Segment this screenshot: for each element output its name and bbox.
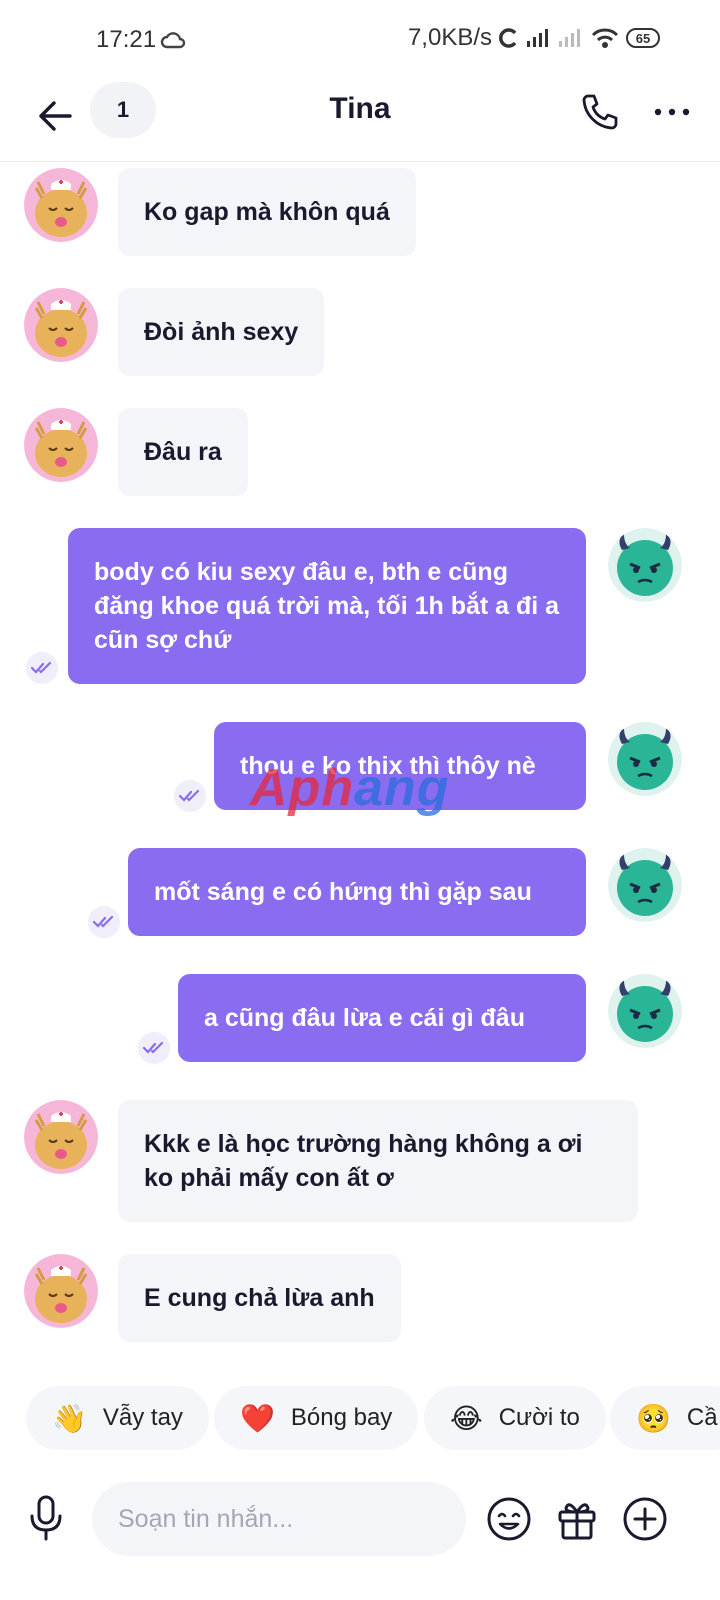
tina-avatar[interactable] [24, 408, 98, 482]
cloud-sync-icon [160, 32, 186, 49]
tina-avatar[interactable] [24, 1100, 98, 1174]
my-avatar[interactable] [608, 722, 682, 796]
battery-icon: 65 [626, 28, 660, 48]
heart-emoji-icon: ❤️ [240, 1402, 275, 1434]
incoming-message[interactable]: Kkk e là học trường hàng không a ơi ko p… [118, 1100, 638, 1222]
reaction-chip-wave[interactable]: 👋 Vẫy tay [26, 1386, 209, 1450]
my-avatar[interactable] [608, 974, 682, 1048]
tina-avatar[interactable] [24, 288, 98, 362]
reaction-label: Cầ [686, 1404, 718, 1431]
incoming-message[interactable]: E cung chả lừa anh [118, 1254, 401, 1342]
my-avatar[interactable] [608, 528, 682, 602]
status-icons: 7,0KB/s 65 [408, 24, 660, 52]
composer-bar: Soạn tin nhắn... [0, 1476, 720, 1566]
watermark-logo: Aphang [250, 759, 450, 817]
microphone-icon[interactable] [26, 1494, 66, 1542]
tina-avatar[interactable] [24, 168, 98, 242]
outgoing-message[interactable]: body có kiu sexy đâu e, bth e cũng đăng … [68, 528, 586, 684]
more-options-icon[interactable] [650, 90, 694, 134]
wifi-icon [591, 28, 619, 48]
status-bar: 17:21 7,0KB/s 65 [0, 0, 720, 80]
wave-emoji-icon: 👋 [52, 1402, 87, 1434]
phone-call-icon[interactable] [578, 90, 622, 134]
my-avatar[interactable] [608, 848, 682, 922]
emoji-sticker-icon[interactable] [486, 1496, 532, 1542]
plus-circle-icon[interactable] [622, 1496, 668, 1542]
signal-icon [527, 29, 548, 47]
read-receipt-icon [26, 652, 58, 684]
status-time: 17:21 [96, 26, 157, 53]
reaction-label: Bóng bay [290, 1404, 393, 1431]
pleading-emoji-icon: 🥺 [636, 1402, 671, 1434]
chat-header: 1 Tina [0, 80, 720, 162]
message-input-placeholder: Soạn tin nhắn... [118, 1504, 294, 1533]
incoming-message[interactable]: Ko gap mà khôn quá [118, 168, 416, 256]
incoming-message[interactable]: Đâu ra [118, 408, 248, 496]
data-saver-icon [499, 28, 517, 48]
reaction-chip-balloon[interactable]: ❤️ Bóng bay [214, 1386, 419, 1450]
signal-secondary-icon [559, 29, 580, 47]
reaction-label: Cười to [498, 1404, 580, 1431]
incoming-message[interactable]: Đòi ảnh sexy [118, 288, 325, 376]
network-speed: 7,0KB/s [407, 24, 492, 51]
outgoing-message[interactable]: mốt sáng e có hứng thì gặp sau [128, 848, 586, 936]
reaction-chip-laugh[interactable]: 😂 Cười to [424, 1386, 606, 1450]
gift-icon[interactable] [554, 1496, 600, 1542]
quick-reactions-bar: 👋 Vẫy tay ❤️ Bóng bay 😂 Cười to 🥺 Cầ [0, 1386, 720, 1452]
reaction-label: Vẫy tay [102, 1404, 183, 1431]
laugh-emoji-icon: 😂 [450, 1402, 483, 1434]
reaction-chip-plead[interactable]: 🥺 Cầ [610, 1386, 720, 1450]
outgoing-message[interactable]: a cũng đâu lừa e cái gì đâu [178, 974, 586, 1062]
tina-avatar[interactable] [24, 1254, 98, 1328]
read-receipt-icon [88, 906, 120, 938]
read-receipt-icon [174, 780, 206, 812]
read-receipt-icon [138, 1032, 170, 1064]
message-input[interactable]: Soạn tin nhắn... [92, 1482, 466, 1556]
